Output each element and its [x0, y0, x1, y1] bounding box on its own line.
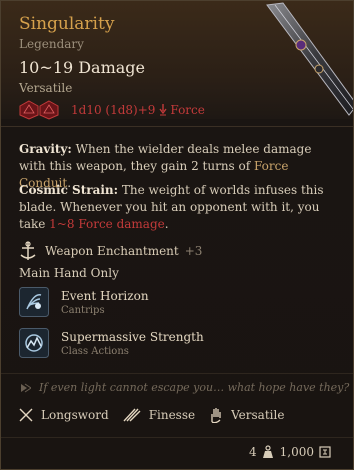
- cosmic-strain-passive: Cosmic Strain: The weight of worlds infu…: [19, 182, 337, 233]
- main-hand-only: Main Hand Only: [19, 266, 119, 280]
- weight-icon: [262, 445, 273, 458]
- property-versatile[interactable]: Versatile: [209, 407, 284, 423]
- sword-artwork-icon: [266, 2, 353, 116]
- action-supermassive-strength[interactable]: Supermassive Strength Class Actions: [19, 327, 204, 359]
- header-divider: [1, 126, 353, 127]
- item-price: 1,000: [279, 445, 314, 459]
- versatile-icon: [211, 408, 221, 423]
- cosmic-strain-text-end: .: [164, 217, 169, 231]
- action-name: Event Horizon: [61, 289, 149, 303]
- cosmic-damage-type: Force damage: [78, 217, 165, 231]
- enchantment-level: +3: [184, 244, 203, 258]
- action-type: Cantrips: [61, 305, 105, 316]
- property-label: Longsword: [41, 408, 109, 422]
- finesse-icon: [123, 408, 141, 422]
- action-name: Supermassive Strength: [61, 330, 204, 344]
- tooltip-header: Singularity Legendary 10~19 Damage Versa…: [1, 1, 353, 120]
- gravity-label: Gravity:: [19, 142, 72, 156]
- property-finesse[interactable]: Finesse: [123, 408, 195, 422]
- item-rarity: Legendary: [19, 37, 84, 51]
- gold-icon: [319, 446, 331, 458]
- property-longsword[interactable]: Longsword: [19, 408, 109, 422]
- property-label: Versatile: [231, 408, 285, 422]
- divider: [1, 437, 353, 438]
- flavor-text-row: If even light cannot escape you… what ho…: [19, 381, 349, 394]
- item-weight: 4: [249, 445, 257, 459]
- cosmic-strain-label: Cosmic Strain:: [19, 183, 119, 197]
- damage-range: 10~19 Damage: [19, 58, 145, 77]
- flavor-text: If even light cannot escape you… what ho…: [39, 381, 350, 394]
- weapon-properties: Longsword Finesse Versatile: [19, 407, 298, 423]
- action-event-horizon[interactable]: Event Horizon Cantrips: [19, 286, 149, 318]
- damage-type: Force: [170, 103, 205, 117]
- damage-dice-row: 1d10 (1d8)+9 Force: [19, 100, 205, 120]
- damage-subtitle: Versatile: [19, 81, 73, 95]
- longsword-icon: [19, 408, 33, 422]
- property-label: Finesse: [148, 408, 196, 422]
- weapon-enchantment: Weapon Enchantment +3: [19, 241, 202, 261]
- item-tooltip: Singularity Legendary 10~19 Damage Versa…: [0, 0, 354, 470]
- cosmic-damage-value: 1~8: [49, 217, 75, 231]
- enchantment-label: Weapon Enchantment: [45, 244, 179, 258]
- quote-icon: [21, 383, 31, 392]
- enchantment-icon: [20, 241, 36, 260]
- item-footer: 4 1,000: [249, 445, 337, 459]
- divider: [1, 373, 353, 374]
- force-damage-icon: [159, 104, 167, 116]
- action-type: Class Actions: [61, 346, 129, 357]
- supermassive-strength-icon: [19, 328, 49, 358]
- item-name: Singularity: [19, 14, 115, 34]
- event-horizon-icon: [19, 287, 49, 317]
- damage-formula: 1d10 (1d8)+9: [71, 103, 156, 117]
- damage-formula-group: 1d10 (1d8)+9 Force: [71, 103, 205, 117]
- damage-dice-icon: [19, 100, 59, 120]
